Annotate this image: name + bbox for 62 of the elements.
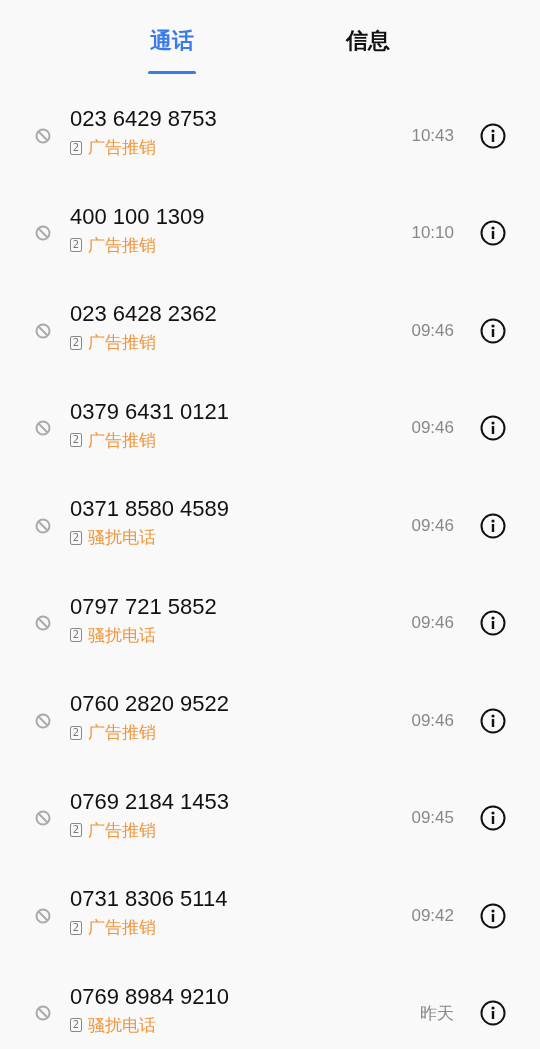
call-tag: 广告推销 bbox=[88, 916, 156, 940]
phone-number: 0760 2820 9522 bbox=[70, 691, 231, 718]
sim-icon: 2 bbox=[70, 335, 82, 350]
block-icon bbox=[35, 322, 51, 339]
info-icon[interactable] bbox=[480, 1000, 506, 1027]
sim-icon: 2 bbox=[70, 433, 82, 448]
sim-icon: 2 bbox=[70, 920, 82, 935]
tab[interactable]: 通话 bbox=[74, 0, 270, 87]
phone-number: 0371 8580 4589 bbox=[70, 496, 231, 523]
block-icon bbox=[35, 127, 51, 144]
phone-number: 0769 8984 9210 bbox=[70, 983, 231, 1010]
call-tag: 广告推销 bbox=[88, 721, 156, 745]
tab[interactable]: 信息 bbox=[270, 0, 466, 87]
sim-icon: 2 bbox=[70, 140, 82, 155]
call-tag: 骚扰电话 bbox=[88, 526, 156, 550]
call-tag: 广告推销 bbox=[88, 136, 156, 160]
sim-icon: 2 bbox=[70, 725, 82, 740]
block-icon bbox=[35, 225, 51, 242]
phone-number: 023 6429 8753 bbox=[70, 106, 218, 133]
block-icon bbox=[35, 907, 51, 924]
sim-icon: 2 bbox=[70, 238, 82, 253]
phone-number: 0379 6431 0121 bbox=[70, 398, 231, 425]
call-time: 09:46 bbox=[411, 710, 454, 731]
call-time: 09:46 bbox=[411, 418, 454, 439]
sim-icon: 2 bbox=[70, 823, 82, 838]
info-icon[interactable] bbox=[480, 805, 506, 832]
call-time: 09:45 bbox=[411, 808, 454, 829]
call-time: 09:46 bbox=[411, 515, 454, 536]
phone-number: 400 100 1309 bbox=[70, 203, 206, 230]
call-time: 09:46 bbox=[411, 320, 454, 341]
info-icon[interactable] bbox=[480, 220, 506, 247]
sim-icon: 2 bbox=[70, 628, 82, 643]
call-time: 10:43 bbox=[411, 125, 454, 146]
info-icon[interactable] bbox=[480, 317, 506, 344]
info-icon[interactable] bbox=[480, 512, 506, 539]
sim-icon: 2 bbox=[70, 1018, 82, 1033]
call-tag: 广告推销 bbox=[88, 331, 156, 355]
info-icon[interactable] bbox=[480, 902, 506, 929]
info-icon[interactable] bbox=[480, 610, 506, 637]
call-tag: 骚扰电话 bbox=[88, 623, 156, 647]
call-time: 09:46 bbox=[411, 613, 454, 634]
sim-icon: 2 bbox=[70, 530, 82, 545]
block-icon bbox=[35, 1005, 51, 1022]
call-tag: 广告推销 bbox=[88, 233, 156, 257]
call-time: 昨天 bbox=[420, 1002, 454, 1025]
call-tag: 广告推销 bbox=[88, 818, 156, 842]
call-time: 09:42 bbox=[411, 905, 454, 926]
block-icon bbox=[35, 712, 51, 729]
info-icon[interactable] bbox=[480, 415, 506, 442]
phone-number: 0797 721 5852 bbox=[70, 593, 218, 620]
phone-number: 023 6428 2362 bbox=[70, 301, 218, 328]
block-icon bbox=[35, 420, 51, 437]
phone-number: 0731 8306 5114 bbox=[70, 886, 229, 913]
call-tag: 骚扰电话 bbox=[88, 1013, 156, 1037]
block-icon bbox=[35, 810, 51, 827]
call-time: 10:10 bbox=[411, 223, 454, 244]
block-icon bbox=[35, 615, 51, 632]
call-tag: 广告推销 bbox=[88, 428, 156, 452]
block-icon bbox=[35, 517, 51, 534]
info-icon[interactable] bbox=[480, 122, 506, 149]
phone-number: 0769 2184 1453 bbox=[70, 788, 231, 815]
info-icon[interactable] bbox=[480, 707, 506, 734]
